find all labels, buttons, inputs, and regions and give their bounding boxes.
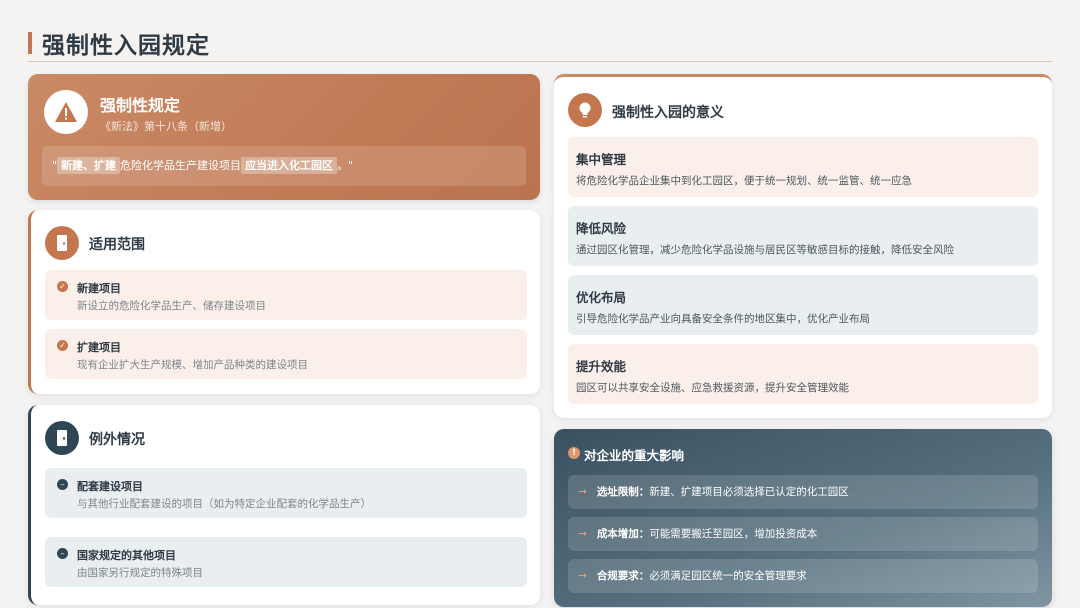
meaning-item-layout: 优化布局 引导危险化学品产业向具备安全条件的地区集中，优化产业布局 [568,275,1038,335]
impact-item-label: 合规要求： [596,570,650,582]
meaning-item-desc: 通过园区化管理，减少危险化学品设施与居民区等敏感目标的接触，降低安全风险 [576,244,954,256]
impact-title: 对企业的重大影响 [584,448,685,463]
impact-item-cost: → 成本增加：可能需要搬迁至园区，增加投资成本 [568,517,1038,551]
impact-item-compliance: → 合规要求：必须满足园区统一的安全管理要求 [568,559,1038,593]
impact-item-label: 选址限制： [596,486,650,498]
check-icon: ✓ [57,281,68,292]
scope-item-title: 扩建项目 [77,341,121,354]
impact-item-text: 新建、扩建项目必须选择已认定的化工园区 [649,486,849,498]
rule-subtitle: 《新法》第十八条（新增） [100,120,232,133]
exception-item-title: 配套建设项目 [77,480,143,493]
page-title: 强制性入园规定 [42,33,210,59]
scope-item-title: 新建项目 [77,282,121,295]
scope-item-desc: 现有企业扩大生产规模、增加产品种类的建设项目 [77,359,308,371]
scope-item-new: ✓ 新建项目 新设立的危险化学品生产、储存建设项目 [45,270,527,320]
scope-card: 适用范围 ✓ 新建项目 新设立的危险化学品生产、储存建设项目 ✓ 扩建项目 现有… [28,210,540,394]
impact-item-label: 成本增加： [596,528,650,540]
exit-door-icon [45,421,79,455]
meaning-item-title: 优化布局 [576,290,627,305]
rule-title: 强制性规定 [100,96,181,115]
scope-title: 适用范围 [89,237,145,253]
impact-item-location: → 选址限制：新建、扩建项目必须选择已认定的化工园区 [568,475,1038,509]
exception-item-desc: 由国家另行规定的特殊项目 [77,567,203,579]
arrow-right-icon: → [578,486,587,498]
impact-item-text: 可能需要搬迁至园区，增加投资成本 [649,528,818,540]
exception-item-national: – 国家规定的其他项目 由国家另行规定的特殊项目 [45,537,527,587]
impact-item-text: 必须满足园区统一的安全管理要求 [649,570,807,582]
meaning-item-desc: 将危险化学品企业集中到化工园区，便于统一规划、统一监管、统一应急 [576,175,912,187]
page-header: 强制性入园规定 [28,24,1052,62]
meaning-item-title: 提升效能 [576,359,627,374]
meaning-item-centralized: 集中管理 将危险化学品企业集中到化工园区，便于统一规划、统一监管、统一应急 [568,137,1038,197]
quote-middle: 危险化学品生产建设项目 [120,159,242,172]
door-icon [45,226,79,260]
scope-item-desc: 新设立的危险化学品生产、储存建设项目 [77,300,266,312]
alert-dot-icon: ! [568,447,580,459]
rule-quote: " 新建、扩建 危险化学品生产建设项目 应当进入化工园区 。" [42,146,526,186]
title-accent-bar [28,32,32,54]
meaning-item-desc: 园区可以共享安全设施、应急救援资源，提升安全管理效能 [576,382,849,394]
arrow-right-icon: → [578,570,587,582]
exception-item-title: 国家规定的其他项目 [77,549,176,562]
warning-icon [44,90,88,134]
meaning-item-title: 降低风险 [576,221,627,236]
meaning-item-risk: 降低风险 通过园区化管理，减少危险化学品设施与居民区等敏感目标的接触，降低安全风… [568,206,1038,266]
exception-item-supporting: – 配套建设项目 与其他行业配套建设的项目（如为特定企业配套的化学品生产） [45,468,527,518]
meaning-title: 强制性入园的意义 [612,105,724,121]
impact-card: ! 对企业的重大影响 → 选址限制：新建、扩建项目必须选择已认定的化工园区 → 成本… [554,429,1052,607]
meaning-card: 强制性入园的意义 集中管理 将危险化学品企业集中到化工园区，便于统一规划、统一监… [554,74,1052,418]
exceptions-title: 例外情况 [89,432,145,448]
minus-icon: – [57,548,68,559]
exception-item-desc: 与其他行业配套建设的项目（如为特定企业配套的化学品生产） [77,498,371,510]
scope-item-expand: ✓ 扩建项目 现有企业扩大生产规模、增加产品种类的建设项目 [45,329,527,379]
quote-highlight-enter-park: 应当进入化工园区 [241,157,338,174]
check-icon: ✓ [57,340,68,351]
quote-highlight-new-expand: 新建、扩建 [57,157,121,174]
meaning-item-title: 集中管理 [576,152,627,167]
exceptions-card: 例外情况 – 配套建设项目 与其他行业配套建设的项目（如为特定企业配套的化学品生… [28,405,540,605]
meaning-item-desc: 引导危险化学品产业向具备安全条件的地区集中，优化产业布局 [576,313,870,325]
quote-close: 。" [337,159,354,172]
mandatory-rule-card: 强制性规定 《新法》第十八条（新增） " 新建、扩建 危险化学品生产建设项目 应当进入… [28,74,540,200]
arrow-right-icon: → [578,528,587,540]
lightbulb-icon [568,93,602,127]
meaning-item-efficiency: 提升效能 园区可以共享安全设施、应急救援资源，提升安全管理效能 [568,344,1038,404]
minus-icon: – [57,479,68,490]
